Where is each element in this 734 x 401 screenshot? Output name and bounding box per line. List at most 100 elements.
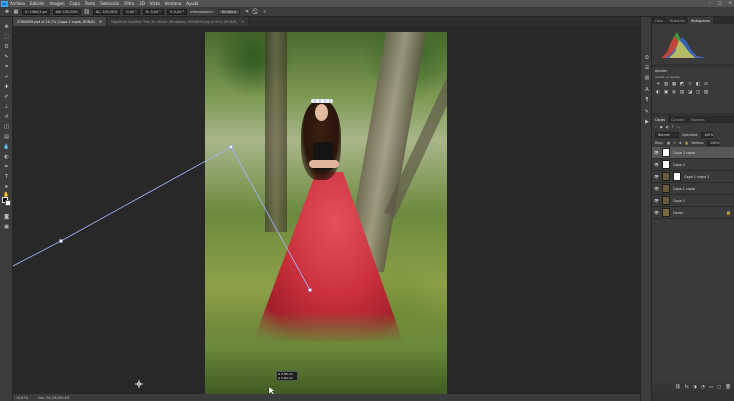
- layer-row[interactable]: 👁 Capa 1 copia 2: [652, 171, 734, 183]
- v-skew-field[interactable]: V: 0,00 °: [166, 8, 188, 15]
- layer-row[interactable]: 👁 Fondo 🔒: [652, 207, 734, 219]
- document-size[interactable]: Doc: 56,1M/189,4M: [38, 396, 69, 400]
- link-layers-icon[interactable]: ⛓: [675, 385, 681, 390]
- close-tab-icon[interactable]: ×: [99, 19, 102, 24]
- marquee-tool-icon[interactable]: ⬚: [3, 33, 10, 40]
- trash-icon[interactable]: 🗑: [725, 385, 731, 390]
- menu-capa[interactable]: Capa: [70, 1, 80, 6]
- layer-row[interactable]: 👁 Capa 2 copia: [652, 147, 734, 159]
- h-skew-field[interactable]: H: 0,00 °: [142, 8, 164, 15]
- close-button[interactable]: ✕: [729, 0, 732, 5]
- zoom-level[interactable]: 16,67%: [16, 396, 28, 400]
- angle-field[interactable]: 0,00 °: [123, 8, 140, 15]
- document-canvas[interactable]: Δ 2,88 cm Δ 5,89 cm: [13, 26, 640, 394]
- curves-icon[interactable]: ▦: [671, 81, 677, 87]
- channel-mixer-icon[interactable]: ◍: [671, 89, 677, 95]
- layer-thumbnail[interactable]: [662, 160, 670, 169]
- interpolation-select[interactable]: Bicúbica: [217, 8, 241, 15]
- width-field[interactable]: AN: 100,00%: [52, 8, 81, 15]
- vibrance-icon[interactable]: ▽: [687, 81, 693, 87]
- filter-shape-icon[interactable]: ▭: [677, 125, 680, 129]
- quick-mask-icon[interactable]: ◙: [3, 213, 10, 220]
- tab-layers[interactable]: Capas: [652, 116, 669, 123]
- filter-type-icon[interactable]: T: [672, 125, 674, 129]
- properties-icon[interactable]: ☰: [644, 65, 650, 71]
- dodge-tool-icon[interactable]: ◐: [3, 153, 10, 160]
- menu-filtro[interactable]: Filtro: [124, 1, 134, 6]
- anchor-point[interactable]: [59, 239, 63, 243]
- menu-vista[interactable]: Vista: [150, 1, 160, 6]
- menu-seleccion[interactable]: Selección: [100, 1, 119, 6]
- layer-row[interactable]: 👁 Capa 1: [652, 195, 734, 207]
- height-field[interactable]: AL: 100,00%: [92, 8, 121, 15]
- posterize-icon[interactable]: ◫: [695, 89, 701, 95]
- move-tool-icon[interactable]: ✥: [4, 9, 10, 15]
- tab-document-1[interactable]: ZON4859.psd al 16,7% (Capa 2 copia, RGB/…: [13, 17, 108, 26]
- tab-paths[interactable]: Trazados: [687, 116, 707, 123]
- screen-mode-icon[interactable]: ▣: [3, 223, 10, 230]
- tab-document-2[interactable]: Nightfork Goldfish Tree Xin White (Bridg…: [107, 17, 250, 26]
- move-tool-icon[interactable]: ✥: [3, 23, 10, 30]
- warp-icon[interactable]: ⌗: [244, 9, 250, 15]
- commit-transform-icon[interactable]: ✓: [262, 9, 268, 15]
- crop-tool-icon[interactable]: ⌗: [3, 63, 10, 70]
- black-white-icon[interactable]: ◐: [655, 89, 661, 95]
- reference-point-icon[interactable]: ▦: [13, 9, 19, 15]
- tab-color[interactable]: Color: [652, 17, 667, 24]
- adjustment-layer-icon[interactable]: ◔: [701, 385, 705, 390]
- maximize-button[interactable]: □: [718, 0, 722, 5]
- filter-pixel-icon[interactable]: ▣: [660, 125, 663, 129]
- layer-thumbnail[interactable]: [662, 184, 670, 193]
- lock-position-icon[interactable]: ✥: [679, 141, 682, 145]
- paragraph-icon[interactable]: ¶: [644, 97, 650, 103]
- visibility-eye-icon[interactable]: 👁: [654, 210, 659, 215]
- brush-tool-icon[interactable]: ✐: [3, 93, 10, 100]
- character-icon[interactable]: A: [644, 87, 650, 93]
- new-group-icon[interactable]: ▭: [709, 385, 713, 390]
- color-balance-icon[interactable]: ⚖: [703, 81, 709, 87]
- menu-ayuda[interactable]: Ayuda: [186, 1, 198, 6]
- layer-style-icon[interactable]: fx: [685, 385, 689, 390]
- anchor-point[interactable]: [229, 145, 233, 149]
- background-color-swatch[interactable]: [5, 200, 11, 206]
- blend-mode-select[interactable]: Normal: [655, 132, 679, 138]
- visibility-eye-icon[interactable]: 👁: [654, 174, 659, 179]
- libraries-icon[interactable]: ▥: [644, 75, 650, 81]
- tab-swatches[interactable]: Muestras: [667, 17, 688, 24]
- pen-tool-icon[interactable]: ✒: [3, 163, 10, 170]
- path-selection-tool-icon[interactable]: ➤: [3, 183, 10, 190]
- actions-icon[interactable]: ▶: [644, 119, 650, 125]
- lock-paint-icon[interactable]: ✎: [673, 141, 676, 145]
- visibility-eye-icon[interactable]: 👁: [654, 162, 659, 167]
- menu-archivo[interactable]: Archivo: [10, 1, 25, 6]
- tab-histogram[interactable]: Histograma: [687, 17, 713, 24]
- menu-3d[interactable]: 3D: [139, 1, 145, 6]
- layer-mask-thumbnail[interactable]: [673, 172, 681, 181]
- brightness-contrast-icon[interactable]: ☀: [655, 81, 661, 87]
- photo-filter-icon[interactable]: ▣: [663, 89, 669, 95]
- add-mask-icon[interactable]: ◑: [693, 385, 697, 390]
- menu-edicion[interactable]: Edición: [30, 1, 44, 6]
- type-tool-icon[interactable]: T: [3, 173, 10, 180]
- close-tab-icon[interactable]: ×: [241, 19, 244, 24]
- anchor-point[interactable]: [308, 288, 312, 292]
- history-brush-tool-icon[interactable]: ↺: [3, 113, 10, 120]
- layer-row[interactable]: 👁 Capa 2: [652, 159, 734, 171]
- eyedropper-tool-icon[interactable]: ⌿: [3, 73, 10, 80]
- gradient-map-icon[interactable]: ▧: [703, 89, 709, 95]
- lock-all-icon[interactable]: 🔒: [685, 141, 689, 145]
- exposure-icon[interactable]: ◩: [679, 81, 685, 87]
- cancel-transform-icon[interactable]: ⃠: [253, 9, 259, 15]
- gradient-tool-icon[interactable]: ▤: [3, 133, 10, 140]
- menu-imagen[interactable]: Imagen: [49, 1, 64, 6]
- lock-pixels-icon[interactable]: ▦: [667, 141, 670, 145]
- clone-stamp-tool-icon[interactable]: ⊥: [3, 103, 10, 110]
- levels-icon[interactable]: ▥: [663, 81, 669, 87]
- fill-field[interactable]: 100%: [707, 140, 719, 146]
- search-icon[interactable]: ⌕: [655, 125, 657, 129]
- visibility-eye-icon[interactable]: 👁: [654, 186, 659, 191]
- healing-tool-icon[interactable]: ✚: [3, 83, 10, 90]
- menu-texto[interactable]: Texto: [85, 1, 96, 6]
- history-icon[interactable]: ⏱: [644, 55, 650, 61]
- visibility-eye-icon[interactable]: 👁: [654, 198, 659, 203]
